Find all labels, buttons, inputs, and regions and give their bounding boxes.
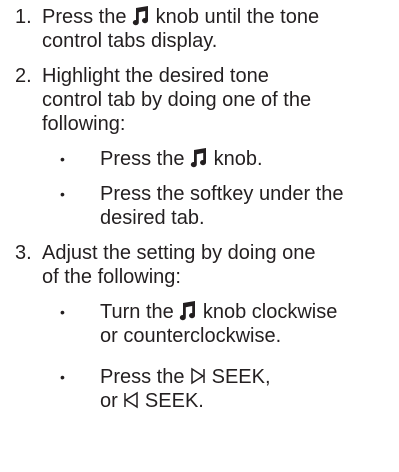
bullet-text-part: Press the bbox=[100, 366, 185, 388]
bullet-text: desired tab. bbox=[100, 207, 205, 229]
bullet-marker: • bbox=[60, 304, 65, 320]
step-text: control tab by doing one of the bbox=[42, 89, 312, 111]
step-text: control tabs display. bbox=[42, 30, 218, 52]
bullet-text: or SEEK. bbox=[100, 389, 204, 413]
bullet-text-part: knob clockwise bbox=[202, 301, 338, 323]
music-note-icon bbox=[190, 148, 208, 168]
step-number: 1. bbox=[15, 6, 32, 28]
bullet-text-part: Press the bbox=[100, 148, 185, 170]
bullet-marker: • bbox=[60, 369, 65, 385]
step-text: of the following: bbox=[42, 266, 181, 288]
bullet-text-part: SEEK. bbox=[144, 390, 204, 412]
bullet-text: Turn the knob clockwise bbox=[100, 300, 337, 324]
music-note-icon bbox=[132, 6, 150, 26]
step-text: Press the knob until the tone bbox=[42, 5, 319, 29]
step-text: Adjust the setting by doing one bbox=[42, 242, 316, 264]
instruction-page: 1. Press the knob until the tone control… bbox=[0, 0, 399, 472]
step-text-part: knob until the tone bbox=[155, 6, 320, 28]
seek-forward-icon bbox=[190, 366, 206, 386]
bullet-marker: • bbox=[60, 151, 65, 167]
bullet-text-part: knob. bbox=[213, 148, 263, 170]
step-text-part: Press the bbox=[42, 6, 127, 28]
step-number: 3. bbox=[15, 242, 32, 264]
bullet-text-part: Turn the bbox=[100, 301, 174, 323]
step-text: following: bbox=[42, 113, 126, 135]
bullet-text: Press the knob. bbox=[100, 147, 263, 171]
seek-back-icon bbox=[123, 390, 139, 410]
bullet-marker: • bbox=[60, 186, 65, 202]
bullet-text: Press the softkey under the bbox=[100, 183, 344, 205]
step-number: 2. bbox=[15, 65, 32, 87]
bullet-text: or counterclockwise. bbox=[100, 325, 282, 347]
bullet-text-part: SEEK, bbox=[211, 366, 271, 388]
step-text: Highlight the desired tone bbox=[42, 65, 269, 87]
bullet-text-part: or bbox=[100, 390, 118, 412]
bullet-text: Press the SEEK, bbox=[100, 365, 271, 389]
music-note-icon bbox=[179, 301, 197, 321]
